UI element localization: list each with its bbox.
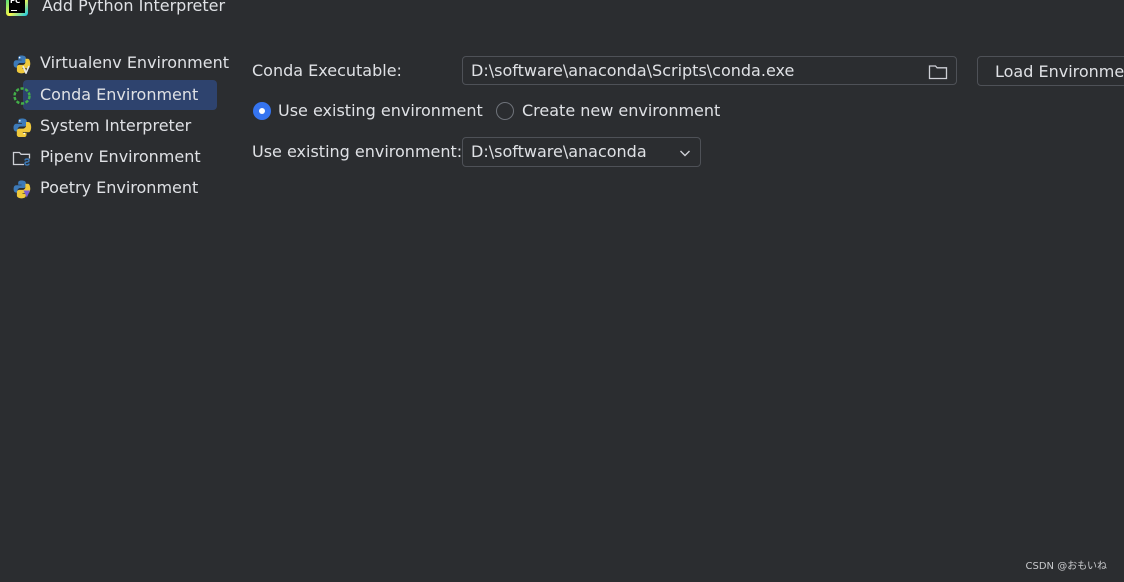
create-new-radio[interactable] (496, 102, 514, 120)
use-existing-radio[interactable] (253, 102, 271, 120)
pycharm-app-icon: PC (6, 0, 28, 16)
sidebar-item-label: Pipenv Environment (40, 147, 201, 166)
existing-environment-select[interactable]: D:\software\anaconda (462, 137, 701, 167)
conda-executable-value: D:\software\anaconda\Scripts\conda.exe (471, 61, 795, 80)
sidebar-item-label: Virtualenv Environment (40, 53, 229, 72)
title-bar: PC Add Python Interpreter (0, 0, 1124, 22)
conda-icon (13, 87, 31, 105)
sidebar-item-label: System Interpreter (40, 116, 192, 135)
conda-executable-label: Conda Executable: (252, 61, 402, 80)
use-existing-radio-label[interactable]: Use existing environment (278, 101, 483, 120)
conda-executable-field[interactable]: D:\software\anaconda\Scripts\conda.exe (462, 56, 957, 85)
sidebar-item-system-interpreter[interactable]: System Interpreter (10, 111, 217, 141)
sidebar-item-pipenv[interactable]: Pipenv Environment (10, 142, 217, 172)
sidebar-item-label: Conda Environment (40, 85, 199, 104)
sidebar-item-conda[interactable]: Conda Environment (13, 80, 217, 110)
existing-environment-value: D:\software\anaconda (471, 142, 647, 161)
sidebar-item-virtualenv[interactable]: Virtualenv Environment (10, 48, 229, 78)
load-environments-label: Load Environments (995, 62, 1124, 81)
sidebar-item-label: Poetry Environment (40, 178, 199, 197)
python-icon (13, 118, 32, 137)
window-title: Add Python Interpreter (42, 0, 226, 15)
python-virtualenv-icon (13, 55, 31, 74)
poetry-icon (13, 180, 31, 199)
watermark: CSDN @おもいね (1025, 561, 1108, 572)
pipenv-folder-icon (12, 151, 31, 166)
folder-icon[interactable] (928, 63, 948, 81)
existing-environment-label: Use existing environment: (252, 142, 463, 161)
sidebar-item-poetry[interactable]: Poetry Environment (10, 173, 217, 203)
create-new-radio-label[interactable]: Create new environment (522, 101, 720, 120)
load-environments-button[interactable]: Load Environments (977, 56, 1124, 86)
chevron-down-icon (680, 150, 690, 157)
